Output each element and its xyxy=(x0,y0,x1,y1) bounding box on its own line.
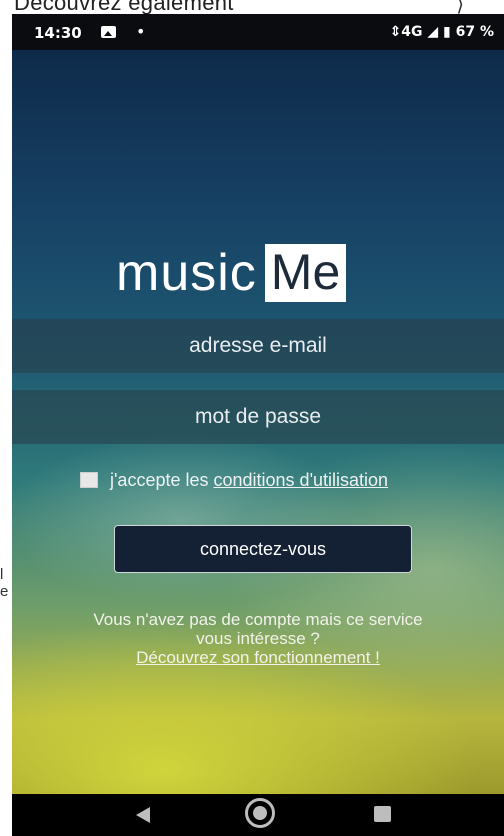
navigation-bar xyxy=(12,794,504,836)
connect-button[interactable]: connectez-vous xyxy=(114,525,412,573)
discover-link[interactable]: Découvrez son fonctionnement ! xyxy=(12,648,504,667)
promo-line-1: Vous n'avez pas de compte mais ce servic… xyxy=(93,610,423,629)
notification-dot: • xyxy=(136,22,146,41)
email-placeholder: adresse e-mail xyxy=(189,334,327,357)
image-icon xyxy=(101,26,116,38)
promo-text: Vous n'avez pas de compte mais ce servic… xyxy=(12,610,504,667)
login-screen: music Me adresse e-mail mot de passe j'a… xyxy=(12,50,504,794)
background-side-text: l e xyxy=(0,566,9,600)
email-field[interactable]: adresse e-mail xyxy=(12,319,504,373)
password-placeholder: mot de passe xyxy=(194,405,322,428)
status-bar: 14:30 • ⇕4G ◢ ▮ 67 % xyxy=(12,14,504,50)
terms-checkbox[interactable] xyxy=(80,472,98,488)
status-indicators: ⇕4G ◢ ▮ 67 % xyxy=(389,24,494,40)
phone-screen: 14:30 • ⇕4G ◢ ▮ 67 % music Me adresse e-… xyxy=(12,14,504,836)
terms-label: j'accepte les xyxy=(110,469,209,490)
status-time: 14:30 xyxy=(34,24,82,42)
logo-me: Me xyxy=(264,244,347,302)
back-icon[interactable] xyxy=(136,807,150,823)
logo-music: music xyxy=(116,244,257,302)
promo-line-2: vous intéresse ? xyxy=(196,629,320,648)
home-icon[interactable] xyxy=(245,798,275,828)
terms-row: j'accepte les conditions d'utilisation xyxy=(80,468,388,492)
password-field[interactable]: mot de passe xyxy=(12,390,504,444)
terms-link[interactable]: conditions d'utilisation xyxy=(214,470,389,491)
recent-apps-icon[interactable] xyxy=(374,806,391,822)
app-logo: music Me xyxy=(116,244,347,302)
